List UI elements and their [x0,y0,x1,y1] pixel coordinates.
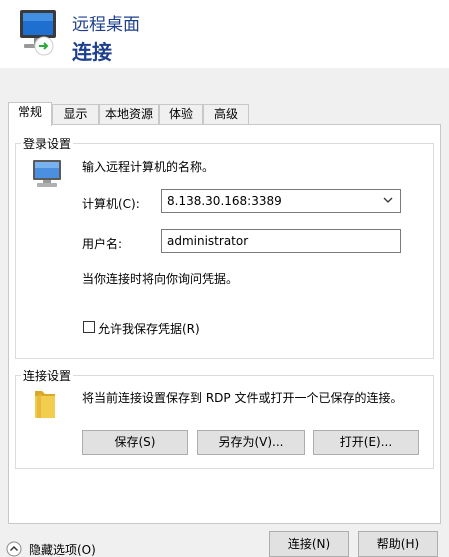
computer-value: 8.138.30.168:3389 [167,194,282,208]
collapse-arrow-icon[interactable] [6,541,22,557]
save-credentials-label[interactable]: 允许我保存凭据(R) [98,320,200,337]
tab-advanced[interactable]: 高级 [203,104,249,125]
tab-local-resources[interactable]: 本地资源 [99,104,159,125]
username-label: 用户名: [82,237,123,251]
help-button[interactable]: 帮助(H) [358,531,438,557]
save-as-button[interactable]: 另存为(V)... [197,430,305,455]
dialog-header: 远程桌面 连接 [0,0,449,68]
save-button[interactable]: 保存(S) [82,430,188,455]
chevron-down-icon[interactable] [382,194,394,206]
username-field[interactable]: administrator [161,229,401,253]
window-title: 远程桌面 [72,15,140,35]
instruction-text: 输入远程计算机的名称。 [82,160,215,174]
hide-options-toggle[interactable]: 隐藏选项(O) [6,540,106,557]
open-button[interactable]: 打开(E)... [313,430,419,455]
credentials-note: 当你连接时将向你询问凭据。 [82,272,239,286]
computer-icon [33,160,61,187]
save-credentials-checkbox[interactable] [83,321,95,333]
connection-settings-title: 连接设置 [21,367,74,384]
username-value: administrator [167,234,249,248]
remote-desktop-icon [20,10,56,56]
login-settings-title: 登录设置 [21,135,74,152]
connection-description: 将当前连接设置保存到 RDP 文件或打开一个已保存的连接。 [82,391,403,405]
computer-label: 计算机(C): [82,197,140,211]
window-subtitle: 连接 [72,40,112,64]
computer-combobox[interactable]: 8.138.30.168:3389 [161,189,401,213]
tab-experience[interactable]: 体验 [159,104,203,125]
connect-button[interactable]: 连接(N) [269,531,349,557]
tab-general[interactable]: 常规 [8,102,52,126]
folder-icon [35,391,55,418]
tab-display[interactable]: 显示 [52,104,99,125]
general-tab-panel: 登录设置 输入远程计算机的名称。 计算机(C): 8.138.30.168:33… [8,124,441,524]
hide-options-label[interactable]: 隐藏选项(O) [29,541,96,557]
